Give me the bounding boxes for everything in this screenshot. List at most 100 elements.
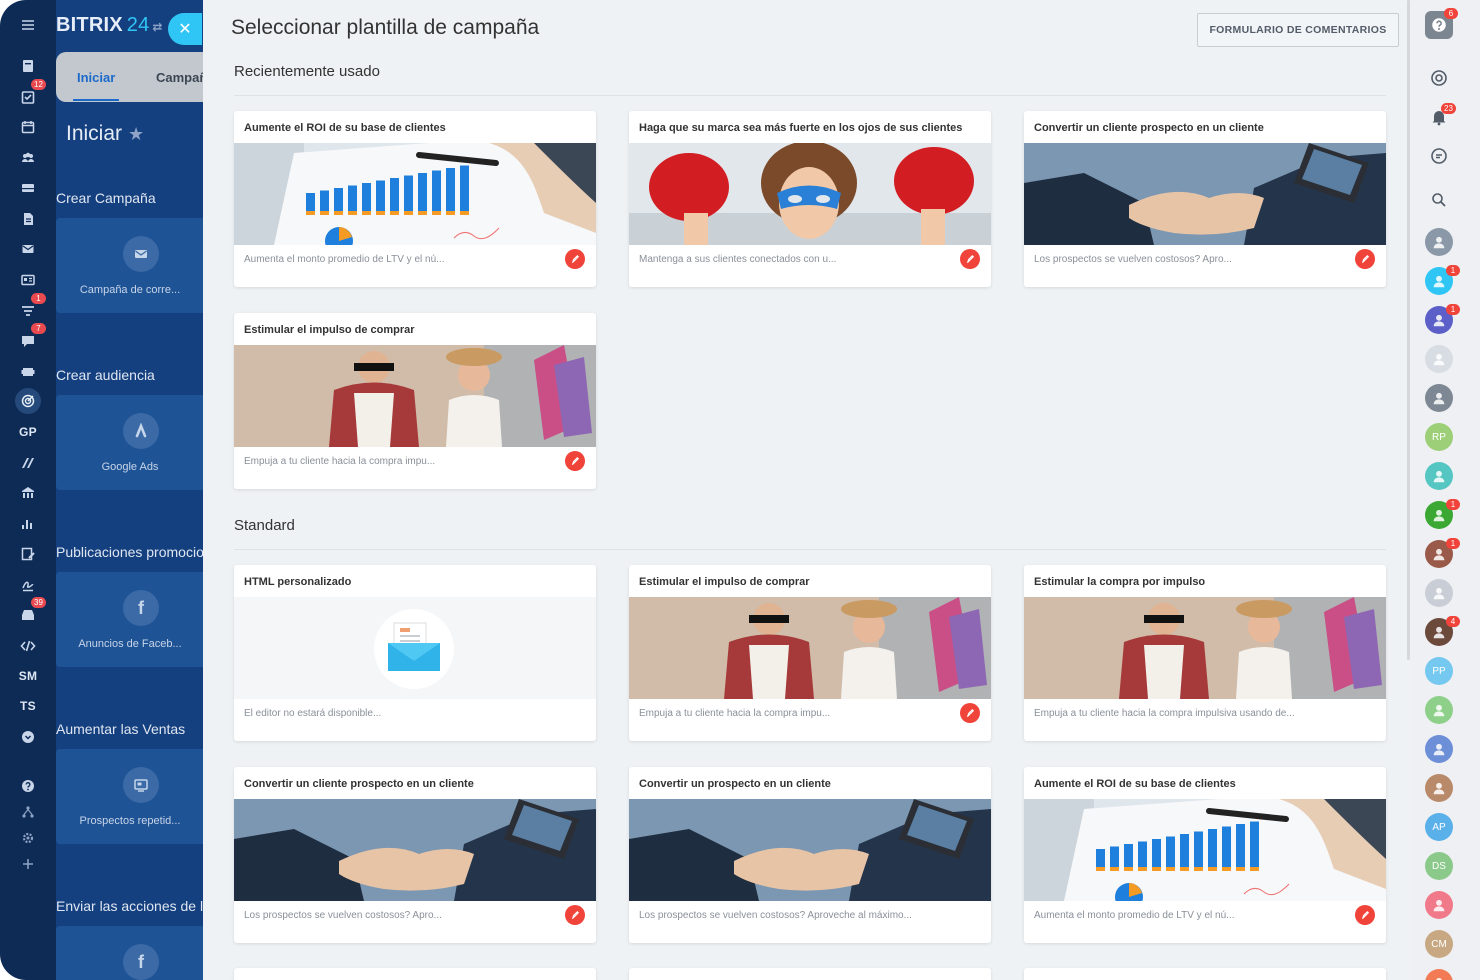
brand-arrow-icon: ⇄	[152, 20, 163, 34]
crm-icon[interactable]	[0, 268, 56, 292]
star-icon[interactable]: ★	[128, 124, 144, 144]
gp-shortcut[interactable]: GP	[0, 420, 56, 444]
more-icon[interactable]	[0, 725, 56, 749]
forms-icon[interactable]	[0, 542, 56, 566]
tile-facebook-actions[interactable]: f	[56, 926, 204, 980]
brand-logo[interactable]: BITRIX 24 ⇄	[56, 14, 163, 37]
panel-tabs: Iniciar Campañas	[56, 52, 204, 102]
contact-avatar[interactable]	[1425, 579, 1453, 607]
template-card[interactable]: Haga que su marca sea más fuerte en los …	[629, 111, 991, 287]
panel-title-text: Iniciar	[66, 122, 123, 145]
rocket-badge-icon	[1355, 905, 1375, 925]
contact-avatar[interactable]	[1425, 228, 1453, 256]
funnel-icon[interactable]: 1	[0, 293, 56, 323]
analytics-icon[interactable]	[0, 512, 56, 536]
card-description: El editor no estará disponible...	[244, 708, 382, 719]
contacts-icon[interactable]	[0, 146, 56, 170]
card-title: Aumente el ROI de su base de clientes	[1034, 778, 1236, 790]
sites-icon[interactable]	[0, 451, 56, 475]
handshake-image	[234, 799, 596, 901]
search-icon[interactable]	[1425, 186, 1453, 214]
marketing-icon[interactable]	[0, 388, 56, 414]
menu-icon[interactable]	[0, 13, 56, 37]
template-card[interactable]: Convertir un prospecto en un cliente Los…	[629, 767, 991, 943]
code-icon[interactable]	[0, 634, 56, 658]
card-description: Empuja a tu cliente hacia la compra impu…	[244, 456, 436, 467]
rocket-badge-icon	[960, 249, 980, 269]
contact-avatar[interactable]: DS	[1425, 852, 1453, 880]
contact-avatar[interactable]	[1425, 774, 1453, 802]
feed-icon[interactable]	[0, 54, 56, 78]
activity-icon[interactable]	[1425, 64, 1453, 92]
add-icon[interactable]	[0, 852, 56, 876]
contact-avatar[interactable]	[1425, 462, 1453, 490]
card-title: HTML personalizado	[244, 576, 352, 588]
calendar-icon[interactable]	[0, 115, 56, 139]
contact-avatar[interactable]: RP	[1425, 423, 1453, 451]
template-card[interactable]: Aumente el ROI de su base de clientes Au…	[1024, 767, 1386, 943]
inbox-icon[interactable]: 39	[0, 597, 56, 627]
sm-shortcut[interactable]: SM	[0, 664, 56, 688]
tab-iniciar[interactable]: Iniciar	[72, 70, 120, 101]
ts-shortcut[interactable]: TS	[0, 694, 56, 718]
template-card[interactable]	[629, 968, 991, 980]
avatar-badge: 1	[1446, 304, 1460, 315]
template-card[interactable]: Aumente el ROI de su base de clientes Au…	[234, 111, 596, 287]
contact-avatar[interactable]	[1425, 735, 1453, 763]
tile-email-campaign[interactable]: Campaña de corre...	[56, 218, 204, 313]
tasks-icon[interactable]: 12	[0, 79, 56, 109]
tile-facebook-ads[interactable]: f Anuncios de Faceb...	[56, 572, 204, 667]
contact-avatar[interactable]	[1425, 345, 1453, 373]
settings-icon[interactable]	[0, 826, 56, 850]
template-card[interactable]: Estimular el impulso de comprar Empuja a…	[234, 313, 596, 489]
messenger-icon[interactable]	[1425, 142, 1453, 170]
tab-campanas[interactable]: Campañas	[156, 70, 204, 85]
chat-badge: 7	[31, 323, 46, 334]
template-card[interactable]: Convertir un cliente prospecto en un cli…	[234, 767, 596, 943]
mail-icon	[123, 236, 159, 272]
signature-icon[interactable]	[0, 573, 56, 597]
template-card[interactable]: Estimular la compra por impulso Empuja a…	[1024, 565, 1386, 741]
contact-avatar[interactable]: CM	[1425, 930, 1453, 958]
chat-icon[interactable]: 7	[0, 323, 56, 353]
shopping-image	[234, 345, 596, 447]
section-enviar-acciones: Enviar las acciones de la empresa	[56, 898, 204, 914]
mail-icon[interactable]	[0, 237, 56, 261]
facebook-icon: f	[123, 590, 159, 626]
template-card[interactable]: Estimular el impulso de comprar Empuja a…	[629, 565, 991, 741]
drive-icon[interactable]	[0, 176, 56, 200]
funnel-badge: 1	[31, 293, 46, 304]
rocket-badge-icon	[960, 703, 980, 723]
tile-label: Anuncios de Faceb...	[78, 638, 182, 650]
tile-google-ads[interactable]: Google Ads	[56, 395, 204, 490]
template-card[interactable]: Convertir un cliente prospecto en un cli…	[1024, 111, 1386, 287]
sitemap-icon[interactable]	[0, 800, 56, 824]
card-description: Los prospectos se vuelven costosos? Apro…	[1034, 254, 1232, 265]
feedback-form-button[interactable]: FORMULARIO DE COMENTARIOS	[1197, 13, 1399, 47]
page-title: Seleccionar plantilla de campaña	[231, 16, 540, 39]
contact-avatar[interactable]	[1425, 696, 1453, 724]
ts-label: TS	[20, 699, 36, 713]
rocket-badge-icon	[565, 451, 585, 471]
chart-image	[234, 143, 596, 245]
close-slider-button[interactable]: ✕	[168, 13, 202, 45]
company-icon[interactable]	[0, 481, 56, 505]
store-icon[interactable]	[0, 360, 56, 384]
section-crear-audiencia: Crear audiencia	[56, 367, 155, 383]
tile-repeat-leads[interactable]: Prospectos repetid...	[56, 749, 204, 844]
brand-version: 24	[126, 14, 150, 36]
template-card[interactable]	[234, 968, 596, 980]
template-card[interactable]: HTML personalizado El editor no estará d…	[234, 565, 596, 741]
help-icon[interactable]	[0, 774, 56, 798]
left-icon-rail: 12 1 7 GP 39 SM TS	[0, 0, 56, 980]
rocket-badge-icon	[565, 249, 585, 269]
template-card[interactable]	[1024, 968, 1386, 980]
contact-avatar[interactable]	[1425, 891, 1453, 919]
contact-avatar[interactable]: AP	[1425, 813, 1453, 841]
gp-label: GP	[19, 425, 37, 439]
contact-avatar[interactable]	[1425, 384, 1453, 412]
documents-icon[interactable]	[0, 207, 56, 231]
brand-name: BITRIX	[56, 14, 123, 36]
contact-avatar[interactable]: PP	[1425, 657, 1453, 685]
tile-label: Prospectos repetid...	[79, 815, 181, 827]
